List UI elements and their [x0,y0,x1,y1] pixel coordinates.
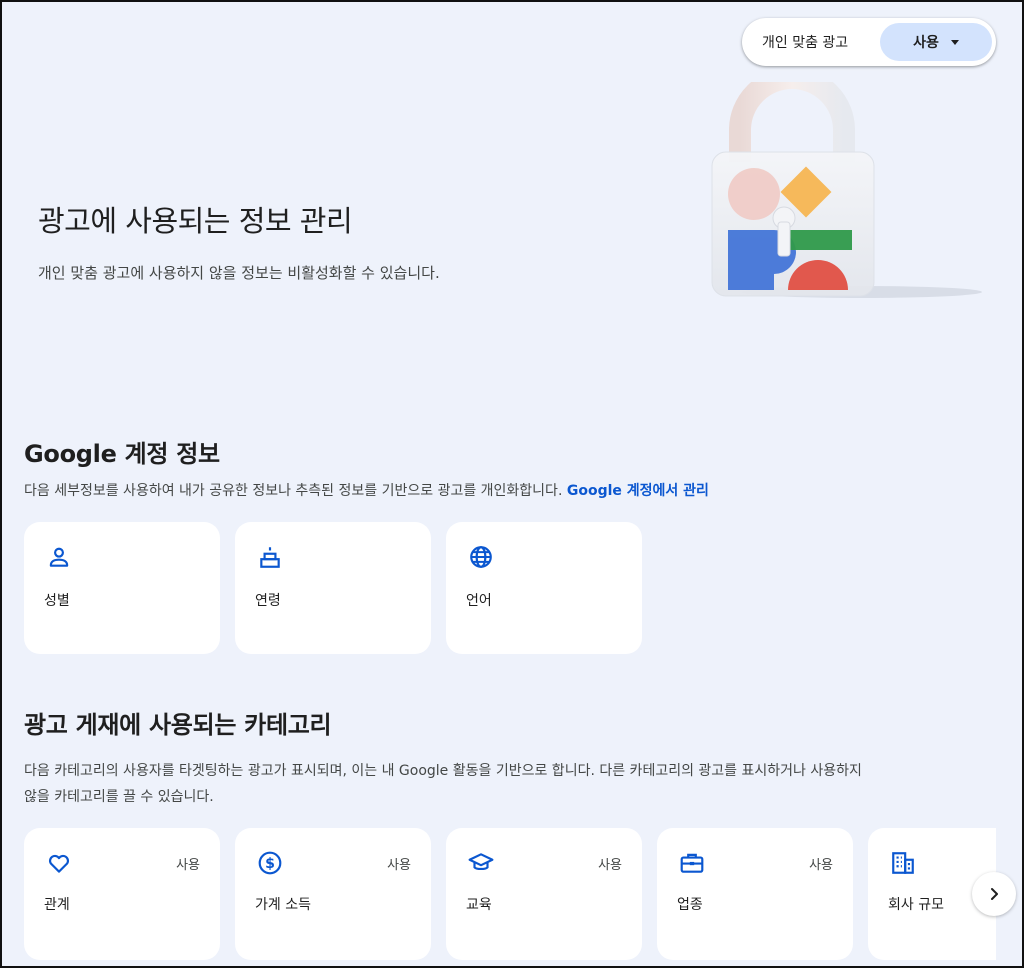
person-icon [49,547,69,567]
account-section-title: Google 계정 정보 [24,440,220,468]
dollar-icon: $ [258,851,282,875]
card-label: 성별 [44,593,70,609]
padlock-illustration [711,82,982,298]
account-description-text: 다음 세부정보를 사용하여 내가 공유한 정보나 추측된 정보를 기반으로 광고… [24,483,563,499]
ad-personalization-dropdown[interactable]: 사용 [880,23,992,61]
card-label: 연령 [255,593,281,609]
card-label: 교육 [466,897,492,913]
manage-in-account-link[interactable]: Google 계정에서 관리 [567,483,709,499]
page-frame: 개인 맞춤 광고 사용 광고에 사용되는 정보 관리 개인 맞춤 광고에 사용하… [0,0,1024,968]
svg-text:$: $ [265,856,275,872]
cake-icon [260,547,280,568]
card-label: 회사 규모 [888,897,944,913]
categories-description-line1: 다음 카테고리의 사용자를 타겟팅하는 광고가 표시되며, 이는 내 Googl… [24,763,862,779]
carousel-next-button[interactable] [972,872,1016,916]
category-status: 사용 [809,858,833,873]
heart-icon [49,854,69,873]
category-card-education[interactable]: 사용 교육 [446,828,642,960]
category-card-household-income[interactable]: $ 사용 가계 소득 [235,828,431,960]
account-card-language[interactable]: 언어 [446,522,642,654]
globe-icon [470,546,492,568]
ad-personalization-control: 개인 맞춤 광고 사용 [742,18,996,66]
account-card-age[interactable]: 연령 [235,522,431,654]
building-icon [892,852,914,874]
account-card-gender[interactable]: 성별 [24,522,220,654]
categories-section-description: 다음 카테고리의 사용자를 타겟팅하는 광고가 표시되며, 이는 내 Googl… [24,758,862,810]
ad-personalization-label: 개인 맞춤 광고 [762,35,849,51]
category-status: 사용 [598,858,622,873]
category-card-industry[interactable]: 사용 업종 [657,828,853,960]
card-label: 가계 소득 [255,897,311,913]
card-label: 언어 [466,593,492,609]
caret-down-icon [950,39,959,45]
category-status: 사용 [176,858,200,873]
category-card-relationship[interactable]: 사용 관계 [24,828,220,960]
page-subtitle: 개인 맞춤 광고에 사용하지 않을 정보는 비활성화할 수 있습니다. [38,264,440,282]
card-label: 업종 [677,897,703,913]
chevron-right-icon [991,888,998,900]
page-title: 광고에 사용되는 정보 관리 [38,204,353,238]
category-status: 사용 [387,858,411,873]
categories-description-line2: 않을 카테고리를 끌 수 있습니다. [24,789,214,805]
categories-section-title: 광고 게재에 사용되는 카테고리 [24,711,332,739]
graduation-cap-icon [468,853,494,871]
account-section-description: 다음 세부정보를 사용하여 내가 공유한 정보나 추측된 정보를 기반으로 광고… [24,478,709,504]
briefcase-icon [680,853,704,873]
card-label: 관계 [44,897,70,913]
ad-personalization-value: 사용 [913,35,939,51]
